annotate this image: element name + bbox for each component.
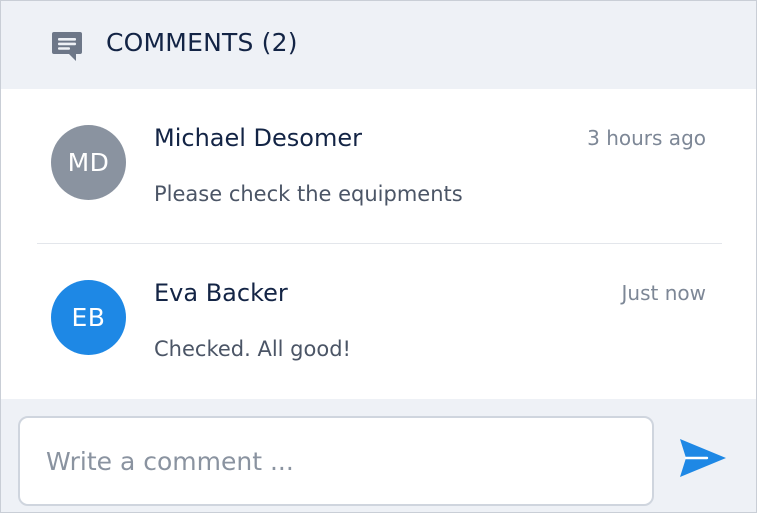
comment-timestamp: Just now <box>621 281 706 305</box>
comment-timestamp: 3 hours ago <box>587 126 706 150</box>
comment-item: MD Michael Desomer 3 hours ago Please ch… <box>1 89 756 244</box>
comments-list: MD Michael Desomer 3 hours ago Please ch… <box>1 89 756 399</box>
comment-body: Checked. All good! <box>154 337 351 361</box>
comments-header: COMMENTS (2) <box>1 1 756 89</box>
comment-author[interactable]: Eva Backer <box>154 277 288 309</box>
comment-input[interactable] <box>18 416 654 506</box>
comment-item: EB Eva Backer Just now Checked. All good… <box>1 244 756 399</box>
comments-title: COMMENTS (2) <box>106 28 298 57</box>
comment-composer <box>1 399 756 512</box>
comments-panel: COMMENTS (2) MD Michael Desomer 3 hours … <box>0 0 757 513</box>
avatar[interactable]: EB <box>51 280 126 355</box>
comment-body: Please check the equipments <box>154 182 463 206</box>
avatar[interactable]: MD <box>51 125 126 200</box>
comment-icon <box>51 30 83 62</box>
send-icon[interactable] <box>677 432 729 484</box>
comment-author[interactable]: Michael Desomer <box>154 122 362 154</box>
